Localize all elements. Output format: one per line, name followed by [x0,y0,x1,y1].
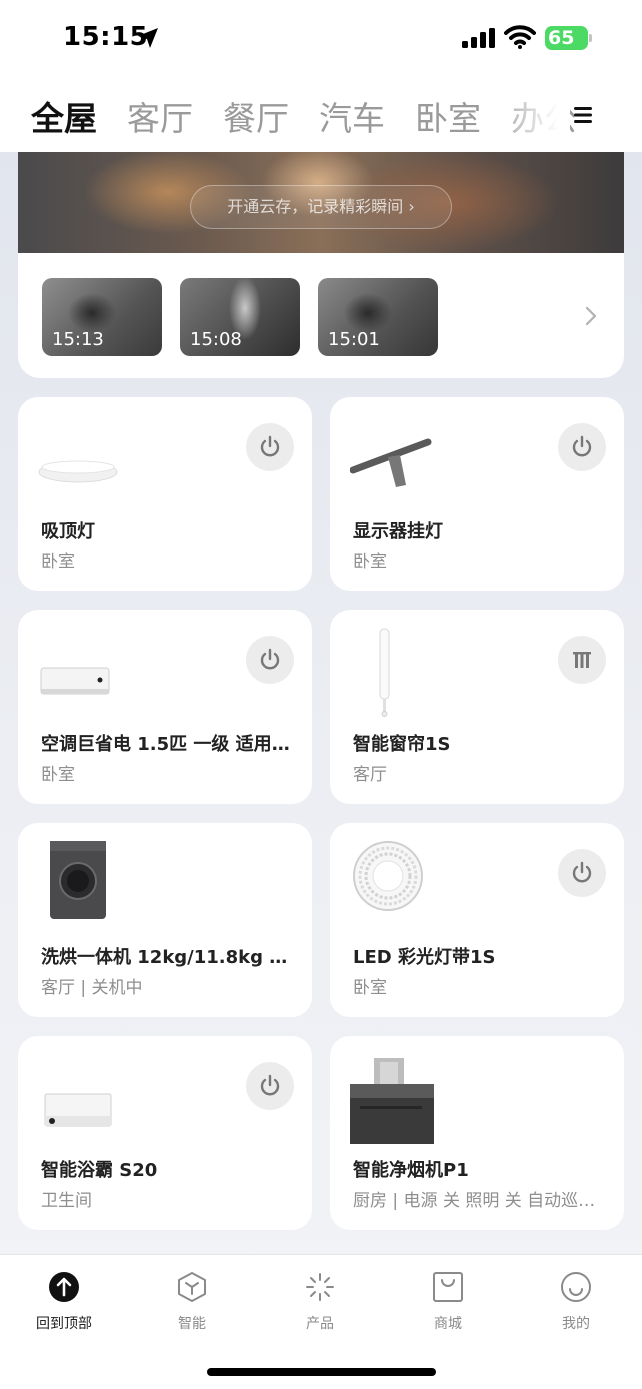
device-card-range-hood[interactable]: 智能净烟机P1 厨房 | 电源 关 照明 关 自动巡航 关 [330,1036,624,1230]
smile-icon [561,1272,591,1302]
camera-clip-thumbnail[interactable]: 15:01 [318,278,438,356]
device-name: 智能净烟机P1 [353,1160,469,1181]
arrow-up-icon [49,1272,79,1302]
device-card-monitor-light[interactable]: 显示器挂灯 卧室 [330,397,624,591]
power-icon [572,435,592,457]
curtain-motor-icon [379,628,390,717]
device-card-led-strip[interactable]: LED 彩光灯带1S 卧室 [330,823,624,1017]
device-room: 卧室 [353,552,387,572]
camera-clip-thumbnail[interactable]: 15:08 [180,278,300,356]
power-button[interactable] [246,423,294,471]
nav-label: 我的 [562,1316,590,1332]
power-button[interactable] [246,636,294,684]
tab-fade [490,78,570,152]
wifi-icon [504,25,536,49]
range-hood-icon [350,1058,434,1144]
cellular-signal-icon [462,28,495,48]
clip-time: 15:01 [328,329,380,350]
device-name: LED 彩光灯带1S [353,947,496,968]
nav-products[interactable]: 产品 [270,1271,370,1341]
device-name: 显示器挂灯 [353,521,443,542]
power-button[interactable] [558,423,606,471]
device-room: 客厅 [353,765,387,785]
power-icon [260,648,280,670]
device-name: 空调巨省电 1.5匹 一级 适用10-16㎡ [41,734,291,755]
device-name: 洗烘一体机 12kg/11.8kg 超净洗 [41,947,291,968]
device-name: 吸顶灯 [41,521,95,542]
battery-level: 65 [548,27,575,49]
curtain-toggle-button[interactable] [558,636,606,684]
nav-label: 回到顶部 [36,1316,92,1332]
device-name: 智能浴霸 S20 [41,1160,158,1181]
battery-cap [589,34,592,42]
cube-icon [178,1272,206,1302]
device-room: 厨房 | 电源 关 照明 关 自动巡航 关 [353,1191,603,1211]
bath-heater-icon [44,1093,112,1127]
sparkle-icon [306,1273,334,1301]
nav-label: 商城 [434,1316,462,1332]
air-conditioner-icon [40,667,110,695]
washer-dryer-icon [50,841,106,919]
nav-label: 智能 [178,1316,206,1332]
nav-mall[interactable]: 商城 [398,1271,498,1341]
led-strip-icon [353,841,423,911]
camera-preview[interactable]: 开通云存，记录精彩瞬间 › [18,152,624,253]
device-name: 智能窗帘1S [353,734,451,755]
camera-clip-thumbnail[interactable]: 15:13 [42,278,162,356]
device-card-bath-heater[interactable]: 智能浴霸 S20 卫生间 [18,1036,312,1230]
tab-all-house[interactable]: 全屋 [31,92,97,140]
device-card-ceiling-light[interactable]: 吸顶灯 卧室 [18,397,312,591]
device-room: 卧室 [353,978,387,998]
device-room: 卧室 [41,552,75,572]
clip-time: 15:08 [190,329,242,350]
power-icon [260,435,280,457]
device-room: 卫生间 [41,1191,92,1211]
monitor-light-bar-icon [350,438,432,487]
room-tabs: 全屋 客厅 餐厅 汽车 卧室 办公 [0,78,642,152]
tab-bedroom[interactable]: 卧室 [415,92,481,140]
menu-icon[interactable] [570,102,596,128]
ceiling-light-icon [38,460,118,483]
battery-indicator: 65 [545,26,593,50]
status-bar: 15:15 65 [0,0,642,78]
location-arrow-icon [138,28,158,48]
camera-card[interactable]: 开通云存，记录精彩瞬间 › 15:13 15:08 15:01 [18,152,624,378]
power-button[interactable] [246,1062,294,1110]
nav-profile[interactable]: 我的 [526,1271,626,1341]
device-card-air-conditioner[interactable]: 空调巨省电 1.5匹 一级 适用10-16㎡ 卧室 [18,610,312,804]
power-button[interactable] [558,849,606,897]
tab-car[interactable]: 汽车 [319,92,385,140]
power-icon [260,1074,280,1096]
home-indicator[interactable] [207,1368,436,1376]
clip-time: 15:13 [52,329,104,350]
tab-living-room[interactable]: 客厅 [127,92,193,140]
curtain-icon [573,652,591,668]
power-icon [572,861,592,883]
chevron-right-icon[interactable] [583,304,599,328]
device-room: 客厅 | 关机中 [41,978,143,998]
device-room: 卧室 [41,765,75,785]
nav-label: 产品 [306,1316,334,1332]
nav-smart[interactable]: 智能 [142,1271,242,1341]
nav-back-to-top[interactable]: 回到顶部 [14,1271,114,1341]
shopping-bag-icon [433,1272,463,1302]
cloud-storage-button[interactable]: 开通云存，记录精彩瞬间 › [190,185,452,229]
device-card-curtain[interactable]: 智能窗帘1S 客厅 [330,610,624,804]
tab-dining-room[interactable]: 餐厅 [223,92,289,140]
device-card-washer-dryer[interactable]: 洗烘一体机 12kg/11.8kg 超净洗 客厅 | 关机中 [18,823,312,1017]
